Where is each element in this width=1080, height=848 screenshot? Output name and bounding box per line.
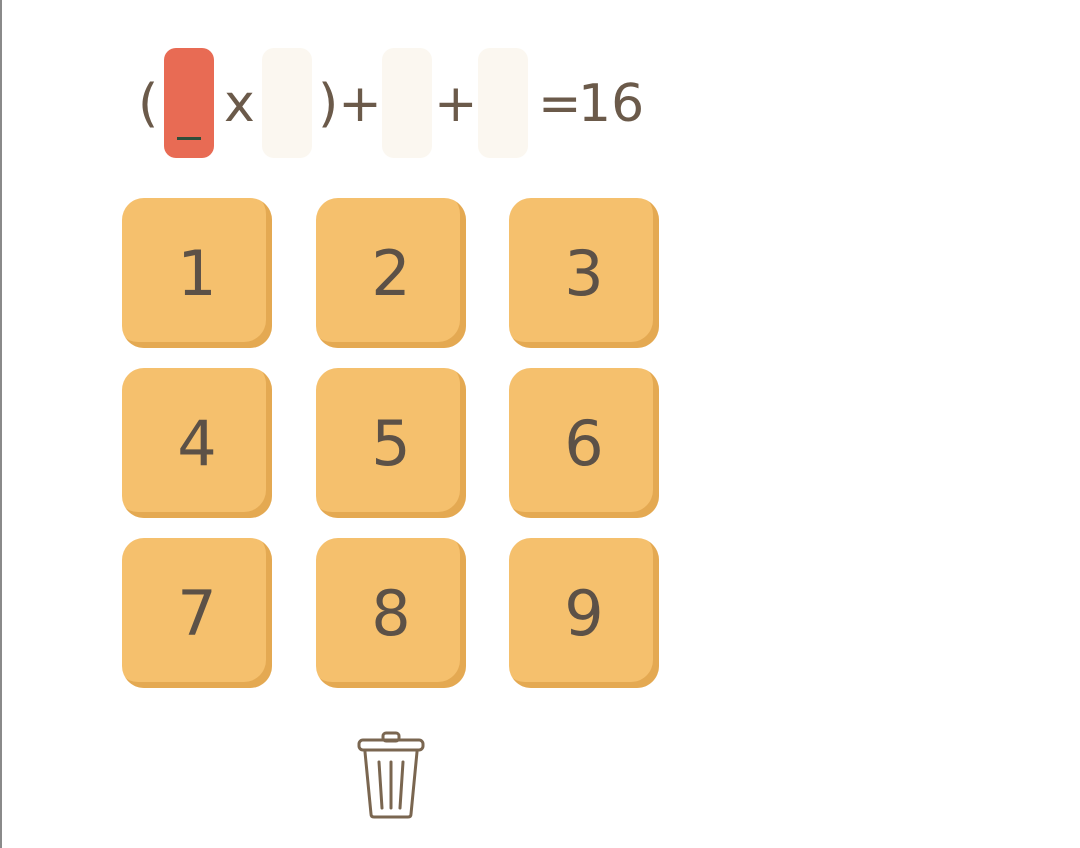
- key-3[interactable]: 3: [509, 198, 659, 348]
- key-6[interactable]: 6: [509, 368, 659, 518]
- key-4[interactable]: 4: [122, 368, 272, 518]
- key-2[interactable]: 2: [316, 198, 466, 348]
- times-operator: x: [224, 74, 255, 134]
- key-1[interactable]: 1: [122, 198, 272, 348]
- close-paren-plus: )+: [318, 74, 382, 134]
- equals-sign: =: [538, 74, 582, 134]
- answer-slot-4[interactable]: [478, 48, 528, 158]
- equation-row: ( x )+ + = 16: [0, 0, 700, 180]
- input-cursor: [177, 137, 201, 140]
- key-5[interactable]: 5: [316, 368, 466, 518]
- answer-slot-2[interactable]: [262, 48, 312, 158]
- key-7[interactable]: 7: [122, 538, 272, 688]
- key-8[interactable]: 8: [316, 538, 466, 688]
- plus-operator: +: [434, 74, 478, 134]
- trash-icon: [357, 731, 425, 819]
- key-9[interactable]: 9: [509, 538, 659, 688]
- answer-slot-3[interactable]: [382, 48, 432, 158]
- answer-slot-1[interactable]: [164, 48, 214, 158]
- target-value: 16: [578, 74, 645, 134]
- open-paren: (: [138, 74, 159, 134]
- game-screen: ( x )+ + = 16 1 2 3 4 5 6 7 8 9: [0, 0, 1080, 848]
- delete-button[interactable]: [355, 730, 427, 820]
